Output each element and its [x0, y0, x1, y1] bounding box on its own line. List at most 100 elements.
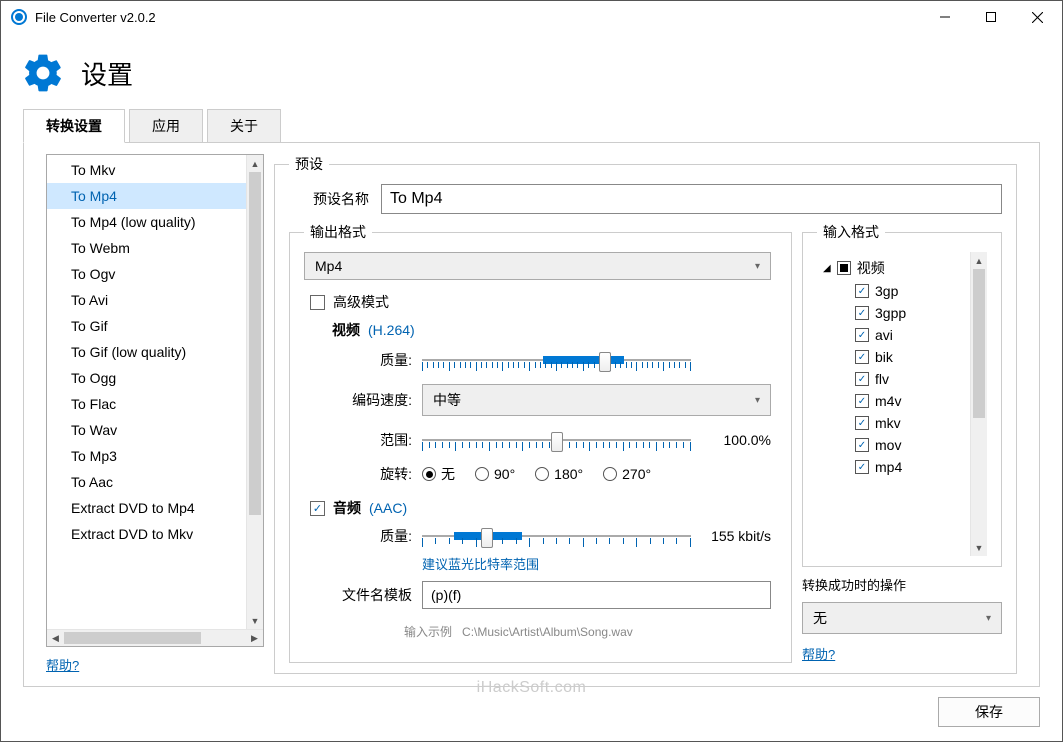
video-quality-label: 质量:: [332, 350, 412, 370]
audio-codec: (AAC): [369, 500, 407, 516]
tree-item-checkbox[interactable]: [855, 438, 869, 452]
tree-item-checkbox[interactable]: [855, 284, 869, 298]
preset-list-item[interactable]: To Ogv: [47, 261, 246, 287]
window-controls: [922, 2, 1060, 32]
tree-item[interactable]: 3gpp: [819, 302, 968, 324]
rotate-row: 旋转: 无 90° 180° 270°: [332, 464, 771, 484]
content-area: To MkvTo Mp4To Mp4 (low quality)To WebmT…: [23, 142, 1040, 687]
output-fieldset: 输出格式 Mp4 ▾ 高级模式: [289, 222, 792, 663]
preset-list-item[interactable]: To Gif (low quality): [47, 339, 246, 365]
app-window: File Converter v2.0.2 设置 转换设置 应用 关于 To M…: [0, 0, 1063, 742]
tree-item[interactable]: avi: [819, 324, 968, 346]
page-header: 设置: [1, 33, 1062, 109]
rotate-180[interactable]: 180°: [535, 466, 583, 482]
advanced-mode-checkbox[interactable]: [310, 295, 325, 310]
audio-quality-value: 155 kbit/s: [701, 528, 771, 544]
tabs: 转换设置 应用 关于: [1, 109, 1062, 143]
preset-list-vscroll[interactable]: ▲ ▼: [246, 155, 263, 629]
audio-section-head[interactable]: 音频 (AAC): [310, 498, 771, 518]
tree-item-checkbox[interactable]: [855, 306, 869, 320]
tree-item-checkbox[interactable]: [855, 372, 869, 386]
audio-checkbox[interactable]: [310, 501, 325, 516]
output-format-value: Mp4: [315, 258, 342, 274]
help-link-right[interactable]: 帮助?: [802, 644, 1002, 663]
preset-list-item[interactable]: To Wav: [47, 417, 246, 443]
tree-item[interactable]: mkv: [819, 412, 968, 434]
tree-item[interactable]: flv: [819, 368, 968, 390]
preset-list-item[interactable]: To Mp3: [47, 443, 246, 469]
tab-about[interactable]: 关于: [207, 109, 281, 143]
rotate-270[interactable]: 270°: [603, 466, 651, 482]
scroll-up-icon[interactable]: ▲: [971, 252, 987, 269]
filename-example: 输入示例 C:\Music\Artist\Album\Song.wav: [404, 623, 771, 640]
output-body: Mp4 ▾ 高级模式 视频 (H.264): [304, 252, 777, 652]
gear-icon: [21, 51, 65, 95]
scroll-up-icon[interactable]: ▲: [247, 155, 263, 172]
tree-root-checkbox[interactable]: [837, 261, 851, 275]
filename-input[interactable]: [422, 581, 771, 609]
filename-row: 文件名模板: [314, 581, 771, 609]
preset-name-row: 预设名称: [289, 184, 1002, 214]
maximize-button[interactable]: [968, 2, 1014, 32]
output-format-select[interactable]: Mp4 ▾: [304, 252, 771, 280]
preset-list-item[interactable]: To Mp4 (low quality): [47, 209, 246, 235]
video-section-head: 视频 (H.264): [332, 320, 771, 340]
rotate-90[interactable]: 90°: [475, 466, 515, 482]
input-tree[interactable]: ◢视频3gp3gppavibikflvm4vmkvmovmp4: [817, 252, 970, 556]
input-legend: 输入格式: [817, 222, 885, 242]
tree-root-video[interactable]: ◢视频: [819, 256, 968, 280]
filename-label: 文件名模板: [314, 585, 412, 605]
scroll-right-icon[interactable]: ▶: [246, 630, 263, 646]
rotate-none[interactable]: 无: [422, 464, 455, 484]
app-icon: [11, 9, 27, 25]
encode-speed-select[interactable]: 中等 ▾: [422, 384, 771, 416]
preset-list-item[interactable]: To Mp4: [47, 183, 246, 209]
preset-list[interactable]: To MkvTo Mp4To Mp4 (low quality)To WebmT…: [47, 155, 246, 629]
minimize-button[interactable]: [922, 2, 968, 32]
tree-item[interactable]: mp4: [819, 456, 968, 478]
encode-speed-value: 中等: [433, 390, 461, 410]
advanced-mode-label: 高级模式: [333, 292, 389, 312]
scroll-down-icon[interactable]: ▼: [247, 612, 263, 629]
scroll-down-icon[interactable]: ▼: [971, 539, 987, 556]
action-select[interactable]: 无 ▾: [802, 602, 1002, 634]
preset-list-item[interactable]: To Gif: [47, 313, 246, 339]
preset-list-item[interactable]: To Mkv: [47, 157, 246, 183]
preset-list-item[interactable]: To Avi: [47, 287, 246, 313]
preset-name-input[interactable]: [381, 184, 1002, 214]
footer: 保存: [1, 687, 1062, 741]
preset-list-item[interactable]: To Flac: [47, 391, 246, 417]
preset-legend: 预设: [289, 154, 329, 174]
tab-application[interactable]: 应用: [129, 109, 203, 143]
tree-item[interactable]: bik: [819, 346, 968, 368]
tree-item-checkbox[interactable]: [855, 328, 869, 342]
tree-item[interactable]: mov: [819, 434, 968, 456]
input-column: 输入格式 ◢视频3gp3gppavibikflvm4vmkvmovmp4 ▲ ▼…: [802, 222, 1002, 663]
tree-item-checkbox[interactable]: [855, 350, 869, 364]
bitrate-hint-link[interactable]: 建议蓝光比特率范围: [422, 554, 771, 573]
tree-item-checkbox[interactable]: [855, 460, 869, 474]
preset-list-item[interactable]: To Aac: [47, 469, 246, 495]
tab-conversion-settings[interactable]: 转换设置: [23, 109, 125, 143]
preset-list-item[interactable]: Extract DVD to Mkv: [47, 521, 246, 547]
collapse-icon[interactable]: ◢: [823, 263, 831, 274]
range-slider[interactable]: [422, 430, 691, 450]
tree-item[interactable]: 3gp: [819, 280, 968, 302]
save-button[interactable]: 保存: [938, 697, 1040, 727]
preset-list-item[interactable]: Extract DVD to Mp4: [47, 495, 246, 521]
video-quality-slider[interactable]: [422, 350, 691, 370]
tree-item-checkbox[interactable]: [855, 394, 869, 408]
tree-item[interactable]: m4v: [819, 390, 968, 412]
audio-quality-slider[interactable]: [422, 526, 691, 546]
help-link-left[interactable]: 帮助?: [46, 655, 264, 674]
input-tree-vscroll[interactable]: ▲ ▼: [970, 252, 987, 556]
advanced-mode-row[interactable]: 高级模式: [310, 292, 771, 312]
action-value: 无: [813, 608, 827, 628]
close-button[interactable]: [1014, 2, 1060, 32]
action-label: 转换成功时的操作: [802, 575, 1002, 594]
preset-list-hscroll[interactable]: ◀ ▶: [47, 629, 263, 646]
tree-item-checkbox[interactable]: [855, 416, 869, 430]
preset-list-item[interactable]: To Webm: [47, 235, 246, 261]
preset-list-item[interactable]: To Ogg: [47, 365, 246, 391]
scroll-left-icon[interactable]: ◀: [47, 630, 64, 646]
